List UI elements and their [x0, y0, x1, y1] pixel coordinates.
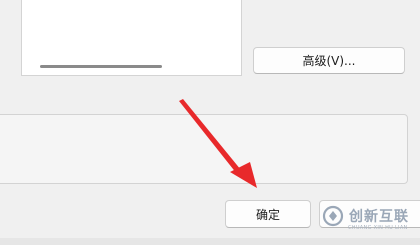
watermark-name: 创新互联 — [349, 209, 409, 225]
watermark-subtitle: CHUANG XIN HU LIAN — [348, 225, 408, 231]
dialog-body: 高级(V)... 确定 创新互联 CHUANG XIN HU LIAN — [0, 0, 420, 245]
watermark-logo-icon — [322, 205, 344, 227]
arrow-shaft — [179, 99, 241, 174]
watermark: 创新互联 CHUANG XIN HU LIAN — [322, 205, 420, 245]
